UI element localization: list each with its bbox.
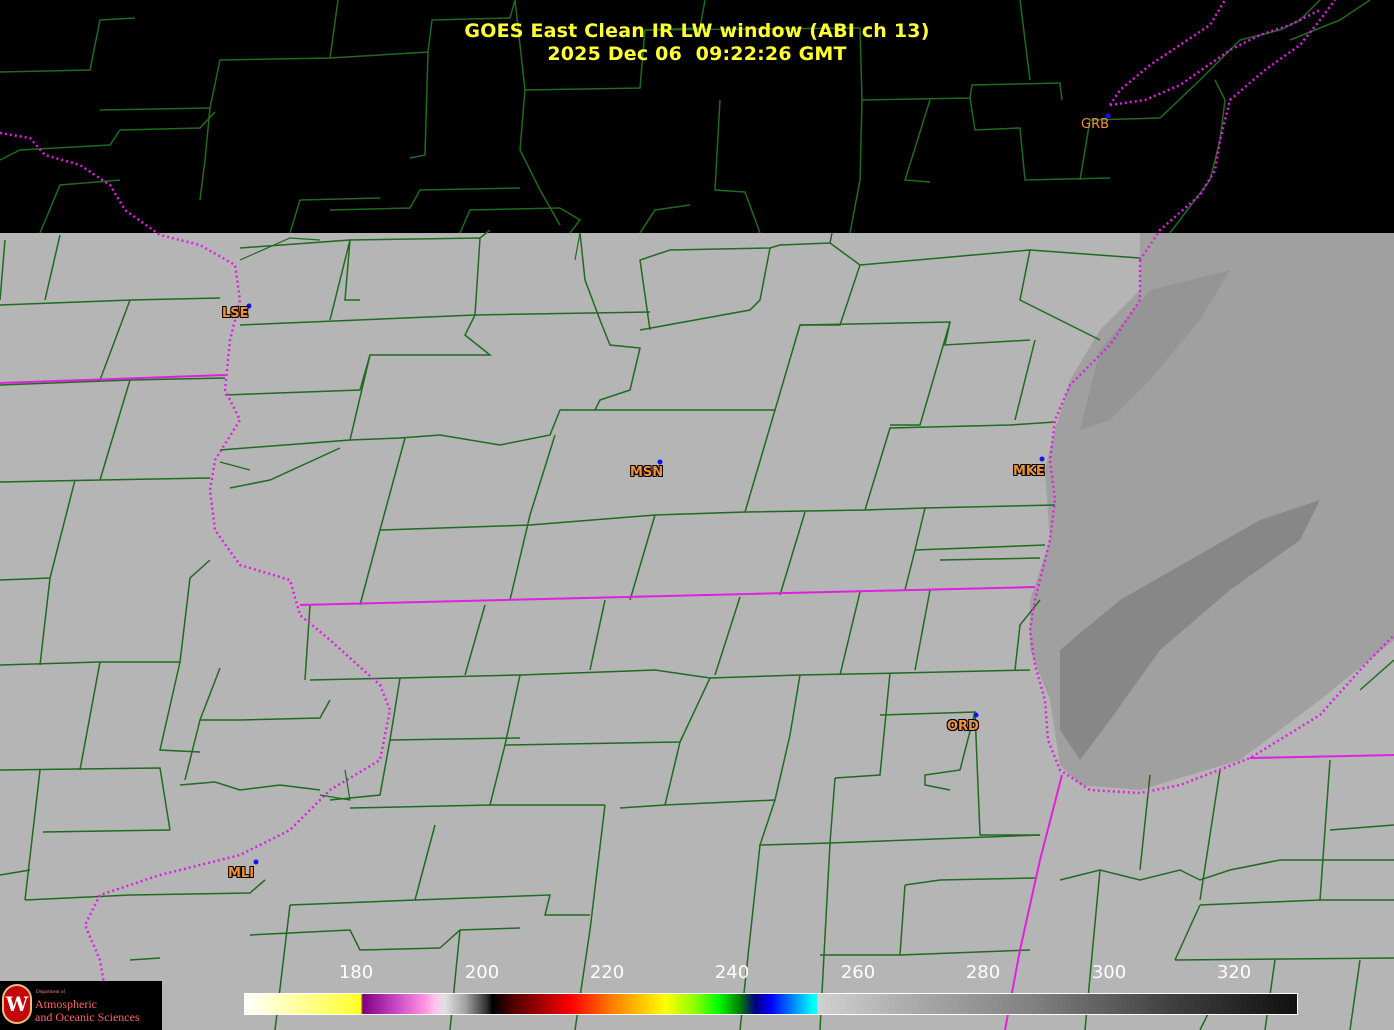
temperature-colorbar [244, 993, 1298, 1015]
city-label-lse: LSE [222, 306, 249, 321]
tick-label: 320 [1216, 962, 1252, 983]
uw-seal-icon: W [2, 984, 32, 1024]
image-title: GOES East Clean IR LW window (ABI ch 13)… [0, 20, 1394, 66]
tick-label: 180 [338, 962, 374, 983]
tick-label: 260 [840, 962, 876, 983]
city-label-grb: GRB [1081, 117, 1110, 132]
logo-line-2: and Oceanic Sciences [35, 1010, 140, 1024]
logo-department: Department of [36, 990, 66, 995]
city-label-mke: MKE [1013, 464, 1045, 479]
city-label-mli: MLI [228, 866, 255, 881]
tick-label: 220 [589, 962, 625, 983]
tick-label: 280 [965, 962, 1001, 983]
title-line-1: GOES East Clean IR LW window (ABI ch 13) [464, 20, 930, 42]
tick-label: 200 [464, 962, 500, 983]
tick-label: 240 [714, 962, 750, 983]
aos-logo: W Department of Atmospheric and Oceanic … [0, 981, 162, 1030]
colorbar-tick-labels: 180 200 220 240 260 280 300 320 [0, 962, 1394, 986]
map-canvas [0, 0, 1394, 1030]
title-line-2: 2025 Dec 06 09:22:26 GMT [547, 43, 847, 65]
satellite-image: GOES East Clean IR LW window (ABI ch 13)… [0, 0, 1394, 1030]
city-label-ord: ORD [947, 719, 979, 734]
city-label-msn: MSN [630, 465, 664, 480]
tick-label: 300 [1091, 962, 1127, 983]
